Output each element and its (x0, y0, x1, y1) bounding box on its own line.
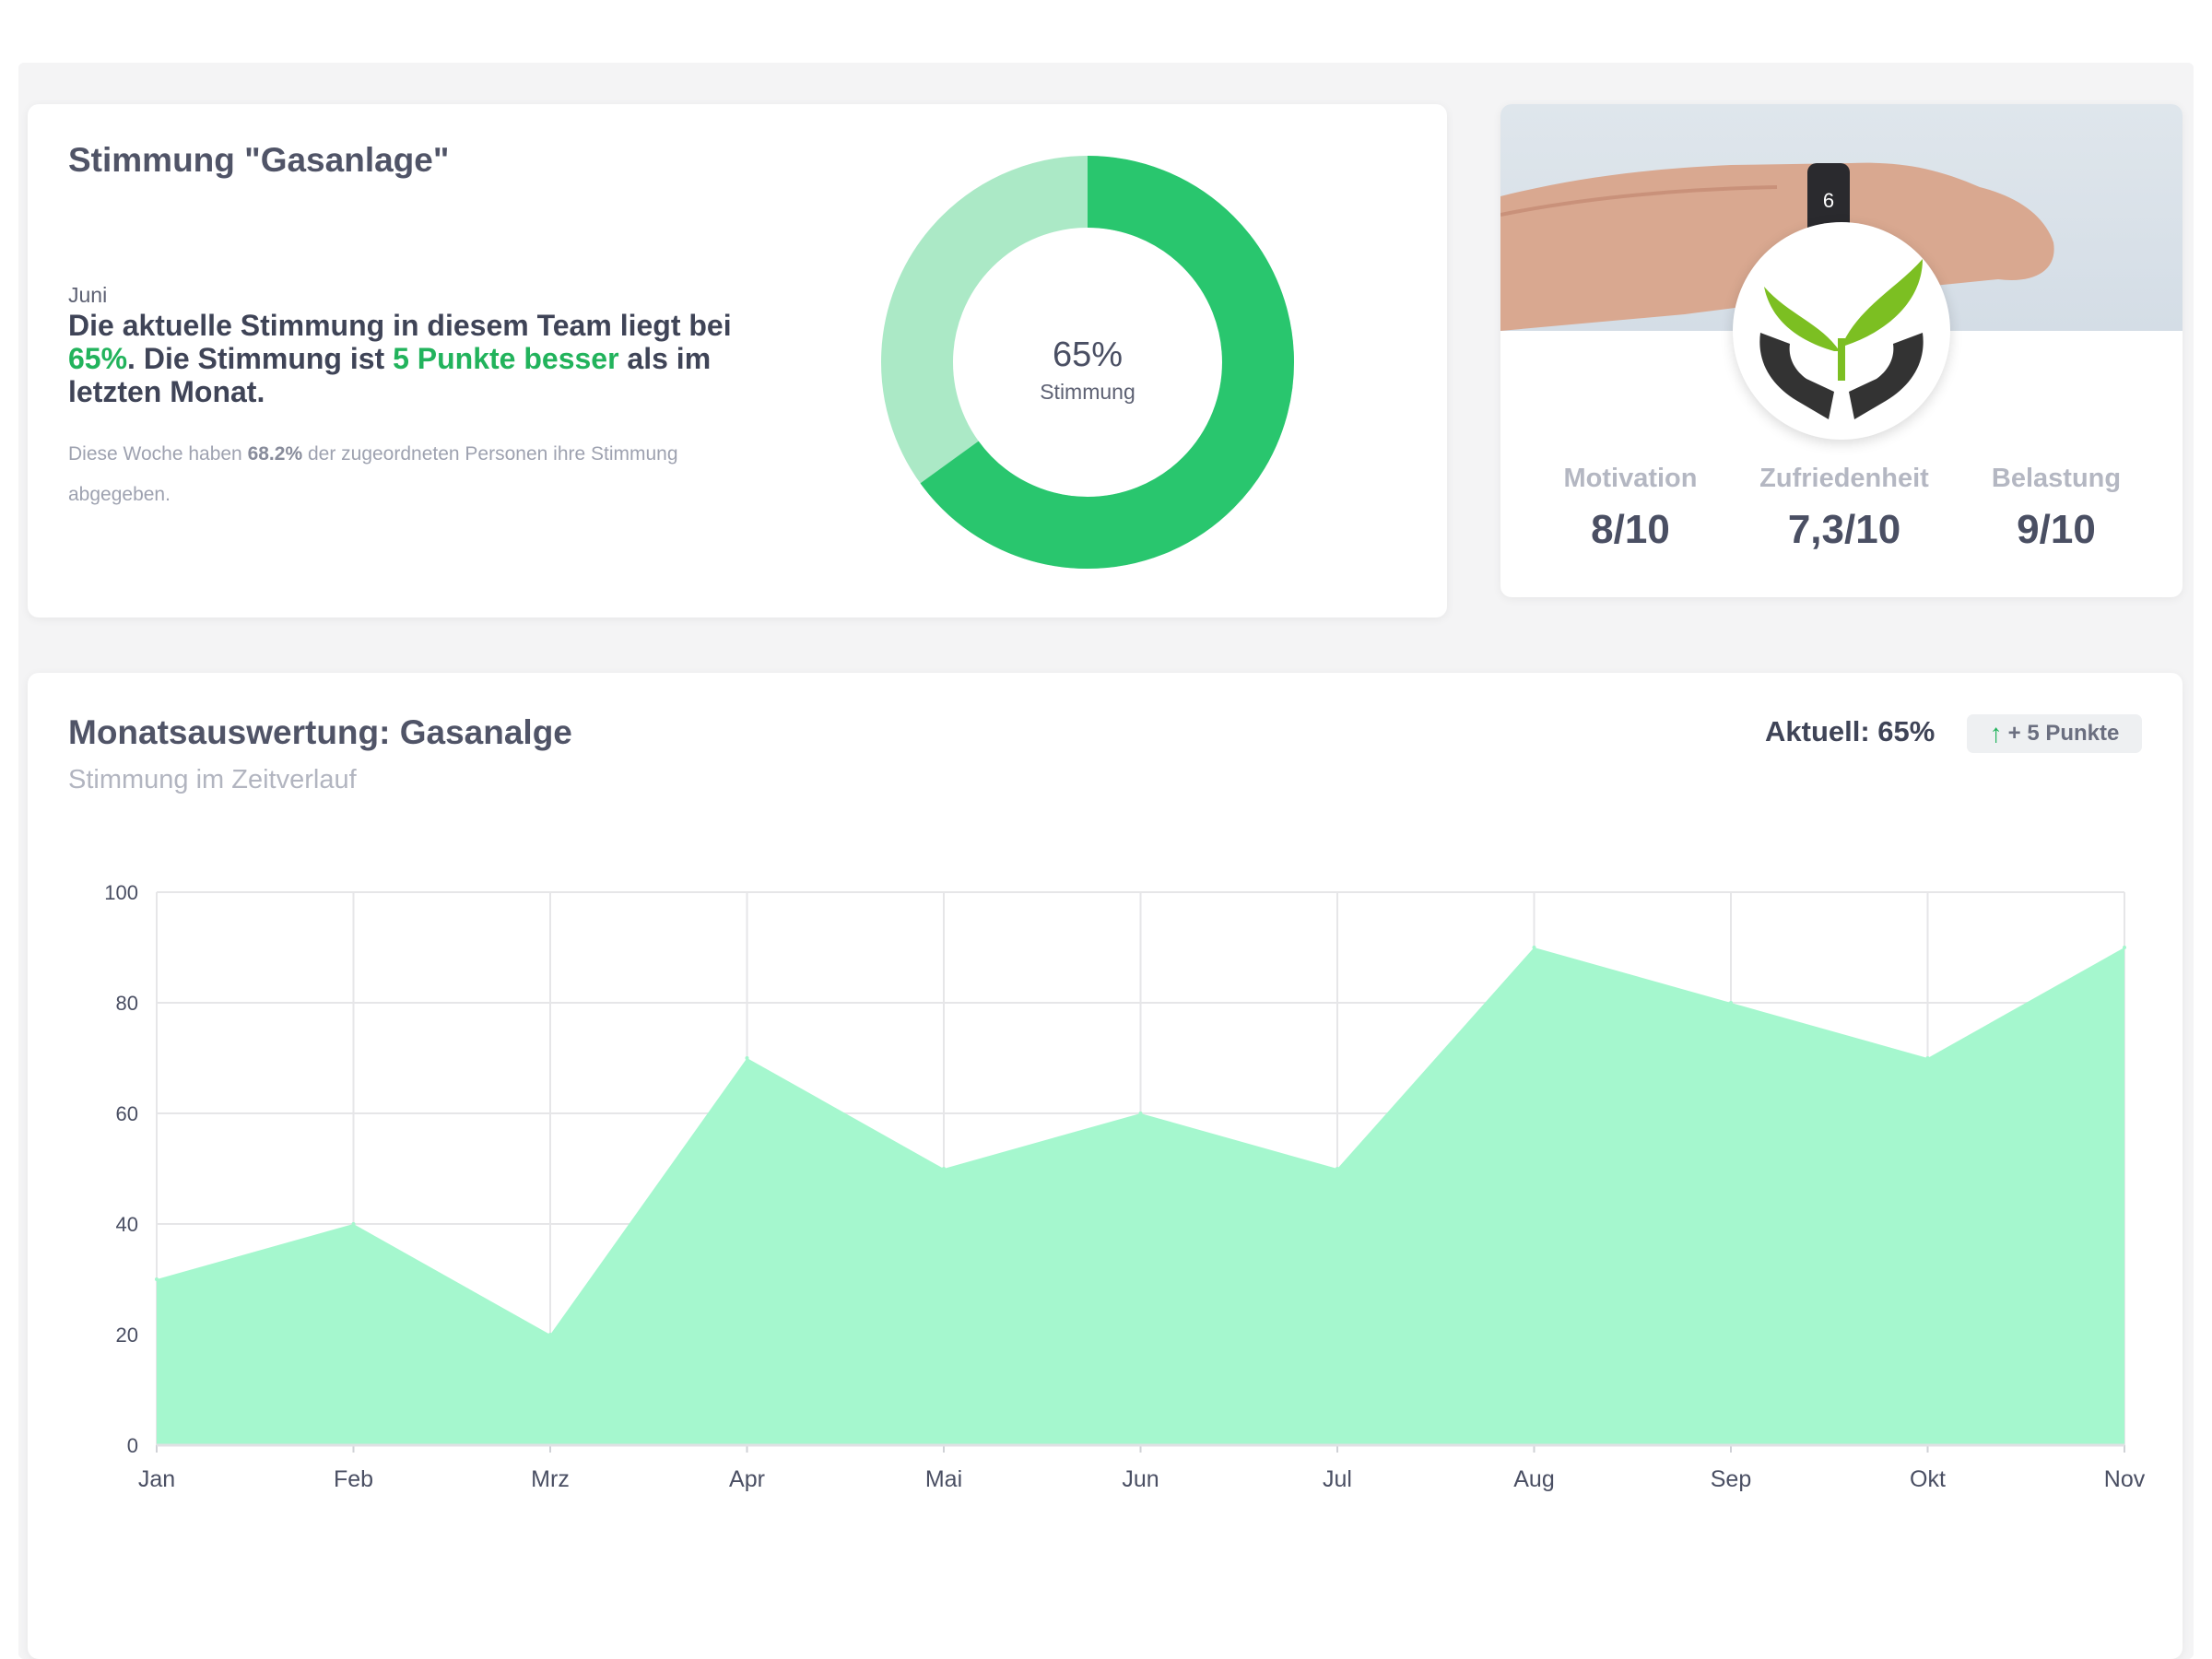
x-tick-label: Aug (1513, 1466, 1554, 1492)
data-point (155, 1277, 159, 1281)
mood-summary: Die aktuelle Stimmung in diesem Team lie… (68, 309, 732, 408)
mood-title: Stimmung "Gasanlage" (68, 141, 450, 179)
data-point (548, 1333, 552, 1336)
x-tick-label: Mrz (531, 1466, 570, 1492)
y-tick-label: 60 (116, 1102, 138, 1125)
x-tick-label: Jan (138, 1466, 175, 1492)
donut-caption: Stimmung (1040, 380, 1135, 404)
monthly-evaluation-card: Monatsauswertung: Gasanalge Stimmung im … (28, 673, 2183, 1659)
stat-value: 9/10 (2017, 507, 2096, 552)
data-point (351, 1222, 356, 1226)
y-tick-label: 80 (116, 992, 138, 1015)
data-point (942, 1167, 946, 1171)
summary-text: . Die Stimmung ist (127, 342, 394, 375)
stat-label: Belastung (1991, 464, 2122, 493)
x-tick-label: Okt (1910, 1466, 1946, 1492)
data-point (1925, 1056, 1930, 1060)
mood-donut-chart: 65% Stimmung (881, 156, 1294, 569)
team-stats: Motivation 8/10 Zufriedenheit 7,3/10 Bel… (1500, 464, 2183, 574)
participation-value: 68.2% (247, 443, 303, 465)
x-tick-label: Jun (1122, 1466, 1159, 1492)
stat-label: Motivation (1563, 464, 1698, 493)
data-point (745, 1056, 749, 1060)
team-profile-card: 6 Motivation 8/10 Zufriedenheit 7,3/10 B… (1500, 104, 2183, 597)
x-tick-label: Feb (334, 1466, 373, 1492)
x-tick-label: Nov (2104, 1466, 2146, 1492)
svg-text:6: 6 (1823, 189, 1834, 212)
stat-belastung: Belastung 9/10 (1950, 464, 2162, 553)
data-point (1532, 946, 1536, 949)
stat-motivation: Motivation 8/10 (1524, 464, 1736, 553)
y-tick-label: 40 (116, 1213, 138, 1236)
summary-text: Die aktuelle Stimmung in diesem Team lie… (68, 309, 732, 342)
badge-circle (1733, 222, 1950, 440)
data-point (1138, 1112, 1143, 1115)
donut-value-label: 65% (1053, 335, 1123, 374)
x-tick-label: Jul (1323, 1466, 1352, 1492)
hands-with-plant-icon (1759, 259, 1924, 419)
stat-label: Zufriedenheit (1759, 464, 1929, 493)
stat-value: 7,3/10 (1787, 507, 1901, 552)
stat-zufriedenheit: Zufriedenheit 7,3/10 (1738, 464, 1950, 553)
stat-value: 8/10 (1591, 507, 1670, 552)
summary-delta: 5 Punkte besser (393, 342, 619, 375)
x-tick-label: Sep (1711, 1466, 1751, 1492)
data-point (1729, 1001, 1733, 1005)
y-tick-label: 100 (104, 881, 138, 904)
mood-card: Stimmung "Gasanlage" Juni Die aktuelle S… (28, 104, 1447, 618)
summary-value: 65% (68, 342, 128, 375)
y-tick-label: 20 (116, 1324, 138, 1347)
participation-note: Diese Woche haben 68.2% der zugeordneten… (68, 434, 713, 515)
x-tick-label: Mai (925, 1466, 962, 1492)
data-point (2123, 946, 2126, 949)
note-text: Diese Woche haben (68, 443, 248, 465)
mood-month: Juni (68, 283, 108, 307)
x-tick-label: Apr (729, 1466, 765, 1492)
y-tick-label: 0 (127, 1434, 138, 1457)
mood-area-chart: 0 20 40 60 80 100 Jan Feb Mrz Apr Mai Jun Jul Aug Sep O… (104, 881, 2146, 1492)
data-point (1335, 1167, 1339, 1171)
